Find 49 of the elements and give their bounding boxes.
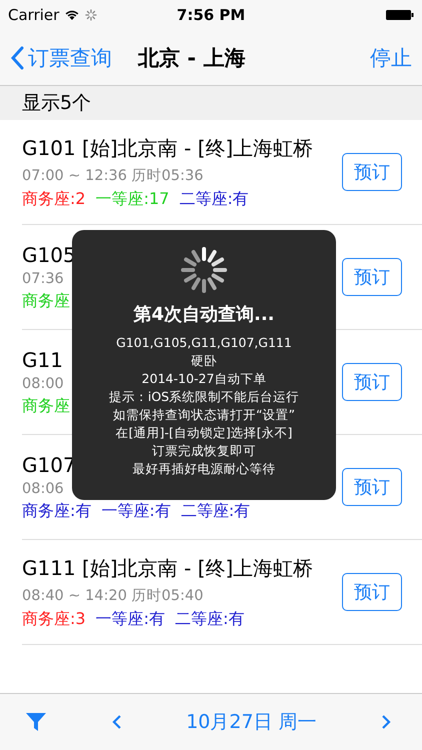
overlay-message: 硬卧 bbox=[191, 352, 217, 370]
stop-button[interactable]: 停止 bbox=[370, 44, 412, 72]
seat-availability: 商务座:2 bbox=[22, 188, 86, 210]
filter-icon[interactable] bbox=[25, 711, 47, 733]
seat-availability: 一等座:有 bbox=[96, 608, 165, 630]
seat-availability: 一等座:有 bbox=[101, 500, 171, 522]
book-button[interactable]: 预订 bbox=[342, 258, 402, 296]
overlay-message: 在[通用]-[自动锁定]选择[永不] bbox=[116, 424, 292, 442]
train-title: G101 [始]北京南 - [终]上海虹桥 bbox=[22, 134, 314, 162]
seat-availability: 商务座 bbox=[22, 396, 70, 416]
train-title: G111 [始]北京南 - [终]上海虹桥 bbox=[22, 554, 314, 582]
chevron-left-icon bbox=[112, 714, 122, 730]
train-title: G107 bbox=[22, 452, 76, 476]
train-times: 08:06 bbox=[22, 480, 64, 496]
carrier-name: Carrier bbox=[8, 6, 60, 24]
seat-availability: 一等座:17 bbox=[96, 188, 170, 210]
chevron-right-icon bbox=[381, 714, 391, 730]
overlay-message: 订票完成恢复即可 bbox=[152, 442, 256, 460]
overlay-message: 2014-10-27自动下单 bbox=[142, 370, 266, 388]
section-header: 显示5个 bbox=[0, 86, 422, 120]
activity-icon bbox=[85, 9, 98, 21]
book-button[interactable]: 预订 bbox=[342, 153, 402, 191]
book-button[interactable]: 预订 bbox=[342, 573, 402, 611]
overlay-message: 如需保持查询状态请打开“设置” bbox=[113, 406, 295, 424]
overlay-message: 最好再插好电源耐心等待 bbox=[132, 460, 276, 478]
train-times: 08:00 bbox=[22, 376, 64, 392]
book-button[interactable]: 预订 bbox=[342, 363, 402, 401]
seat-availability: 二等座:有 bbox=[180, 500, 250, 522]
seat-availability: 商务座:有 bbox=[22, 500, 92, 522]
seat-availability: 商务座 bbox=[22, 290, 70, 312]
overlay-title: 第4次自动查询... bbox=[133, 303, 275, 326]
overlay-message: G101,G105,G11,G107,G111 bbox=[116, 334, 292, 352]
train-title: G11 bbox=[22, 348, 63, 372]
chevron-left-icon bbox=[10, 46, 24, 70]
book-button[interactable]: 预订 bbox=[342, 468, 402, 506]
seat-availability: 二等座:有 bbox=[174, 608, 244, 630]
battery-icon bbox=[386, 9, 414, 21]
train-times: 07:00 ~ 12:36 历时05:36 bbox=[22, 166, 204, 184]
train-times: 08:40 ~ 14:20 历时05:40 bbox=[22, 586, 204, 604]
overlay-message: 提示：iOS系统限制不能后台运行 bbox=[108, 388, 300, 406]
back-button[interactable]: 订票查询 bbox=[10, 44, 112, 72]
date-label[interactable]: 10月27日 周一 bbox=[186, 709, 316, 735]
status-time: 7:56 PM bbox=[176, 6, 246, 24]
train-times: 07:36 bbox=[22, 270, 64, 286]
nav-title: 北京 - 上海 bbox=[138, 44, 246, 72]
seat-availability: 二等座:有 bbox=[179, 188, 249, 210]
wifi-icon bbox=[64, 9, 80, 21]
spinner-icon bbox=[180, 246, 228, 294]
seat-availability: 商务座:3 bbox=[22, 608, 86, 630]
